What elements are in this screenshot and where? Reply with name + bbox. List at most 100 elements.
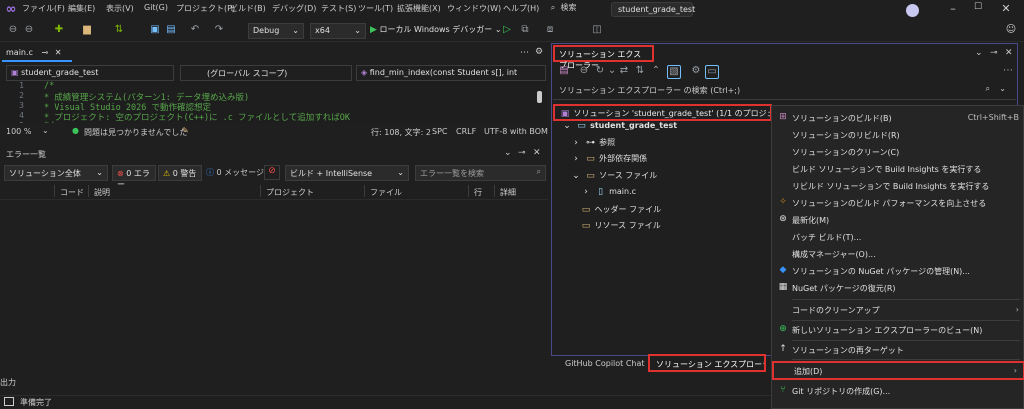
tab-github-copilot-chat[interactable]: GitHub Copilot Chat bbox=[565, 359, 645, 368]
save-icon[interactable]: ▣ bbox=[148, 24, 162, 38]
maximize-button[interactable]: ☐ bbox=[969, 2, 987, 17]
menu-item-build-insights[interactable]: ビルド ソリューションで Build Insights を実行する bbox=[772, 161, 1024, 177]
close-icon[interactable]: ✕ bbox=[533, 148, 541, 158]
copilot-icon[interactable]: ☺ bbox=[1004, 24, 1018, 38]
column-description[interactable]: 説明 bbox=[94, 187, 110, 198]
refresh-icon[interactable]: ⇅ bbox=[633, 65, 647, 79]
tab-main-c[interactable]: main.c ⊸ ✕ bbox=[2, 46, 72, 62]
close-window-button[interactable]: ✕ bbox=[997, 2, 1015, 17]
tree-node-main-c[interactable]: › ▯ main.c bbox=[580, 187, 636, 203]
search-box[interactable]: ⌕ 検索 bbox=[548, 2, 602, 17]
pin-icon[interactable]: ⊸ bbox=[41, 48, 48, 57]
menu-item-new-solution-explorer-view[interactable]: ⊕ 新しいソリューション エクスプローラーのビュー(N) bbox=[772, 322, 1024, 338]
platform-select[interactable]: x64 ⌄ bbox=[310, 23, 366, 39]
column-line[interactable]: 行 bbox=[474, 187, 482, 198]
menu-tools[interactable]: ツール(T) bbox=[358, 3, 393, 14]
start-debugging-button[interactable]: ▶ ローカル Windows デバッガー ⌄ bbox=[370, 24, 502, 38]
tree-node-external-dependencies[interactable]: › ▭ 外部依存関係 bbox=[570, 153, 647, 169]
menu-item-clean-solution[interactable]: ソリューションのクリーン(C) bbox=[772, 144, 1024, 160]
tree-node-resource-files[interactable]: ▭ リソース ファイル bbox=[580, 220, 661, 236]
whitespace-indicator[interactable]: SPC bbox=[432, 127, 448, 136]
pin-icon[interactable]: ⊸ bbox=[518, 148, 526, 158]
menu-item-modernize[interactable]: ⊛ 最新化(M) bbox=[772, 212, 1024, 228]
menu-test[interactable]: テスト(S) bbox=[321, 3, 356, 14]
start-without-debugging-icon[interactable]: ▷ bbox=[500, 24, 514, 38]
menu-item-rebuild-solution[interactable]: ソリューションのリビルド(R) bbox=[772, 127, 1024, 143]
status-window-icon[interactable] bbox=[4, 397, 14, 406]
account-avatar[interactable] bbox=[906, 4, 919, 17]
git-changes-icon[interactable]: ⇅ bbox=[112, 24, 126, 38]
menu-debug[interactable]: デバッグ(D) bbox=[272, 3, 316, 14]
issues-status[interactable]: 問題は見つかりませんでした bbox=[84, 127, 187, 138]
menu-item-restore-nuget[interactable]: ▦ NuGet パッケージの復元(R) bbox=[772, 280, 1024, 296]
error-search-input[interactable]: エラー一覧を検索 ⌕ bbox=[415, 165, 546, 181]
preview-icon[interactable]: ▭ bbox=[705, 65, 719, 79]
errors-filter-button[interactable]: ⊗ 0 エラー bbox=[112, 165, 156, 189]
redo-icon[interactable]: ↷ bbox=[212, 24, 226, 38]
function-nav-select[interactable]: ◈ find_min_index(const Student s[], int bbox=[356, 65, 546, 81]
solution-explorer-search[interactable]: ソリューション エクスプローラー の検索 (Ctrl+;) ⌕ ⌄ bbox=[553, 82, 1016, 100]
column-details[interactable]: 詳細 bbox=[500, 187, 516, 198]
tab-solution-explorer[interactable]: ソリューション エクスプローラー bbox=[648, 354, 766, 372]
menu-window[interactable]: ウィンドウ(W) bbox=[447, 3, 501, 14]
menu-item-build-solution[interactable]: ⊞ ソリューションのビルド(B) Ctrl+Shift+B bbox=[772, 110, 1024, 126]
chevron-down-icon[interactable]: ⌄ bbox=[504, 148, 512, 158]
tree-node-references[interactable]: › ⊶ 参照 bbox=[570, 137, 615, 153]
column-code[interactable]: コード bbox=[60, 187, 84, 198]
zoom-level[interactable]: 100 % bbox=[6, 127, 31, 136]
cleanup-brush-icon[interactable]: ✎ bbox=[182, 126, 189, 135]
menu-item-retarget-solution[interactable]: ↑ ソリューションの再ターゲット bbox=[772, 342, 1024, 358]
undo-icon[interactable]: ↶ bbox=[188, 24, 202, 38]
open-folder-icon[interactable]: ▆ bbox=[80, 24, 94, 38]
pin-icon[interactable]: ⊸ bbox=[990, 48, 998, 58]
code-editor[interactable]: 1 2 3 4 5 /* * 成績管理システム(パターン1: データ埋め込み版)… bbox=[0, 81, 548, 123]
chevron-down-icon[interactable]: ⌄ bbox=[42, 126, 49, 135]
close-icon[interactable]: ✕ bbox=[55, 48, 62, 57]
menu-item-batch-build[interactable]: バッチ ビルド(T)... bbox=[772, 229, 1024, 245]
save-all-icon[interactable]: ▤ bbox=[164, 24, 178, 38]
more-icon[interactable]: ⋯ bbox=[1001, 65, 1015, 79]
messages-filter-button[interactable]: ⓘ 0 メッセージ bbox=[206, 167, 264, 178]
build-filter-select[interactable]: ビルド + IntelliSense ⌄ bbox=[285, 165, 409, 181]
menu-view[interactable]: 表示(V) bbox=[106, 3, 134, 14]
tree-node-header-files[interactable]: ▭ ヘッダー ファイル bbox=[580, 204, 661, 220]
menu-extensions[interactable]: 拡張機能(X) bbox=[397, 3, 441, 14]
back-icon[interactable]: ⊖ bbox=[577, 65, 591, 79]
menu-item-create-git-repository[interactable]: ⑂ Git リポジトリの作成(G)... bbox=[772, 383, 1024, 399]
menu-item-improve-build-performance[interactable]: ✧ ソリューションのビルド パフォーマンスを向上させる bbox=[772, 195, 1024, 211]
vertical-scrollbar[interactable] bbox=[537, 91, 542, 103]
live-share-icon[interactable]: ⧈ bbox=[543, 24, 557, 38]
column-project[interactable]: プロジェクト bbox=[266, 187, 314, 198]
error-scope-select[interactable]: ソリューション全体 ⌄ bbox=[4, 165, 108, 181]
menu-item-add[interactable]: 追加(D) › bbox=[772, 361, 1024, 380]
warnings-filter-button[interactable]: ⚠ 0 警告 bbox=[158, 165, 202, 181]
forward-icon[interactable]: ⊖ bbox=[22, 24, 36, 38]
column-file[interactable]: ファイル bbox=[370, 187, 402, 198]
menu-edit[interactable]: 編集(E) bbox=[68, 3, 95, 14]
line-ending-indicator[interactable]: CRLF bbox=[456, 127, 476, 136]
encoding-indicator[interactable]: UTF-8 with BOM bbox=[484, 127, 548, 136]
new-item-icon[interactable]: ✚ bbox=[52, 24, 66, 38]
menu-item-configuration-manager[interactable]: 構成マネージャー(O)... bbox=[772, 246, 1024, 262]
properties-icon[interactable]: ⚙ bbox=[689, 65, 703, 79]
menu-item-manage-nuget[interactable]: ◆ ソリューションの NuGet パッケージの管理(N)... bbox=[772, 263, 1024, 279]
collapse-all-icon[interactable]: ⌃ bbox=[649, 65, 663, 79]
output-tab[interactable]: 出力 bbox=[0, 377, 16, 388]
solution-node[interactable]: ▣ ソリューション 'student_grade_test' (1/1 のプロジ… bbox=[553, 104, 772, 121]
tree-node-source-files[interactable]: ⌄ ▭ ソース ファイル bbox=[570, 170, 657, 186]
project-nav-select[interactable]: ▣ student_grade_test bbox=[6, 65, 174, 81]
back-icon[interactable]: ⊖ bbox=[6, 24, 20, 38]
menu-item-rebuild-insights[interactable]: リビルド ソリューションで Build Insights を実行する bbox=[772, 178, 1024, 194]
menu-build[interactable]: ビルド(B) bbox=[230, 3, 266, 14]
scope-nav-select[interactable]: (グローバル スコープ) bbox=[180, 65, 352, 81]
filter-icon[interactable]: ⊘ bbox=[264, 165, 280, 180]
settings-icon[interactable]: ⚙ bbox=[535, 47, 543, 57]
menu-git[interactable]: Git(G) bbox=[144, 3, 168, 12]
browse-icon[interactable]: ⧉ bbox=[518, 24, 532, 38]
cursor-position[interactable]: 行: 108, 文字: 2 bbox=[371, 127, 431, 138]
feedback-icon[interactable]: ◫ bbox=[590, 24, 604, 38]
configuration-select[interactable]: Debug ⌄ bbox=[248, 23, 304, 39]
minimize-button[interactable]: – bbox=[944, 2, 962, 17]
chevron-down-icon[interactable]: ⌄ bbox=[975, 48, 983, 58]
close-icon[interactable]: ✕ bbox=[1005, 48, 1013, 58]
